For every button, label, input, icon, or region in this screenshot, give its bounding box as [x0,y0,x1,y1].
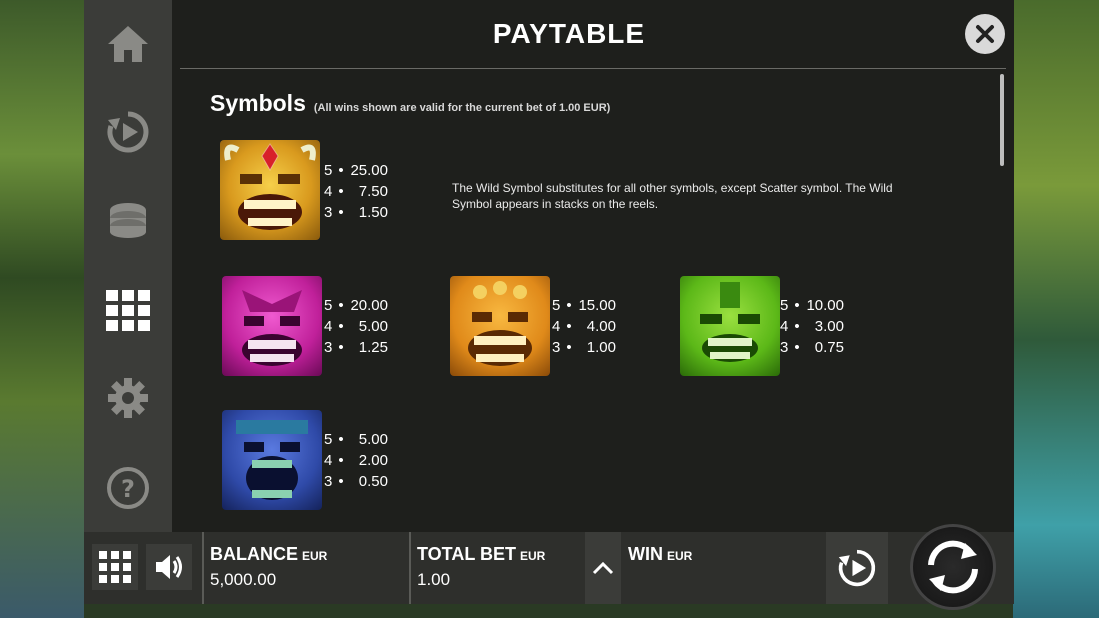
wild-tiki-symbol [220,140,320,240]
home-icon[interactable] [104,20,152,68]
pay-count: 5 [552,297,561,314]
blue-paytable: 5 • 5.00 4 • 2.00 3 • 0.50 [324,431,388,490]
svg-text:?: ? [121,475,135,503]
scrollbar[interactable] [1000,74,1004,166]
pay-count: 4 [324,183,333,200]
pink-paytable: 5 • 20.00 4 • 5.00 3 • 1.25 [324,297,388,356]
symbols-note: (All wins shown are valid for the curren… [313,102,611,114]
pay-value: 7.50 [358,183,388,200]
pay-value: 25.00 [350,162,388,179]
total-bet-block: TOTAL BET EUR 1.00 [417,532,587,604]
title-divider [180,68,1006,69]
pay-count: 3 [324,204,333,221]
pay-value: 5.00 [358,431,388,448]
bottom-bar: BALANCE EUR 5,000.00 TOTAL BET EUR 1.00 WI… [84,532,1014,604]
pay-value: 20.00 [350,297,388,314]
pay-count: 3 [324,339,333,356]
chevron-up-icon [592,561,614,575]
pay-value: 1.50 [358,204,388,221]
divider [202,532,204,604]
pay-value: 4.00 [586,318,616,335]
orange-paytable: 5 • 15.00 4 • 4.00 3 • 1.00 [552,297,616,356]
speaker-icon [156,555,182,579]
pay-value: 1.25 [358,339,388,356]
autoplay-icon [838,549,876,587]
close-icon [976,25,994,43]
spin-button[interactable] [910,524,996,610]
pay-count: 4 [780,318,789,335]
bet-up-button[interactable] [585,532,621,604]
pay-value: 2.00 [358,452,388,469]
divider [409,532,411,604]
pay-count: 3 [780,339,789,356]
wild-paytable: 5 • 25.00 4 • 7.50 3 • 1.50 [324,162,388,221]
balance-block: BALANCE EUR 5,000.00 [210,532,410,604]
win-block: WIN EUR [628,532,828,604]
balance-label: BALANCE EUR [210,544,328,564]
pay-value: 0.75 [814,339,844,356]
pay-count: 5 [780,297,789,314]
background-left [0,0,84,618]
total-bet-label: TOTAL BET EUR [417,544,546,564]
pay-value: 0.50 [358,473,388,490]
pay-count: 4 [552,318,561,335]
symbols-heading: Symbols (All wins shown are valid for th… [210,90,610,117]
page-title: PAYTABLE [492,18,646,49]
pay-value: 15.00 [578,297,616,314]
win-label: WIN EUR [628,544,693,564]
pay-count: 4 [324,452,333,469]
pay-value: 10.00 [806,297,844,314]
pay-count: 4 [324,318,333,335]
coin-stack-icon[interactable] [104,196,152,244]
menu-grid-icon [99,551,131,583]
autoplay-icon[interactable] [104,108,152,156]
blue-tiki-symbol [222,410,322,510]
spin-arrows-icon [928,540,978,594]
help-icon[interactable]: ? [104,464,152,512]
pay-count: 3 [552,339,561,356]
orange-tiki-symbol [450,276,550,376]
pay-count: 5 [324,162,333,179]
green-tiki-symbol [680,276,780,376]
total-bet-value: 1.00 [417,570,451,589]
sound-button[interactable] [146,544,192,590]
menu-button[interactable] [92,544,138,590]
paytable-grid-icon[interactable] [104,286,152,334]
pay-count: 5 [324,431,333,448]
gear-icon[interactable] [104,374,152,422]
background-right [1013,0,1099,618]
pay-count: 5 [324,297,333,314]
paytable-panel: PAYTABLE Symbols (All wins shown are val… [172,0,1014,532]
wild-description: The Wild Symbol substitutes for all othe… [452,181,893,211]
symbols-title: Symbols [210,90,306,116]
sidebar: ? [84,0,172,532]
balance-value: 5,000.00 [210,570,277,589]
pink-tiki-symbol [222,276,322,376]
autoplay-button[interactable] [826,532,888,604]
pay-value: 1.00 [586,339,616,356]
pay-count: 3 [324,473,333,490]
pay-value: 5.00 [358,318,388,335]
green-paytable: 5 • 10.00 4 • 3.00 3 • 0.75 [780,297,844,356]
close-button[interactable] [965,14,1005,54]
pay-value: 3.00 [814,318,844,335]
